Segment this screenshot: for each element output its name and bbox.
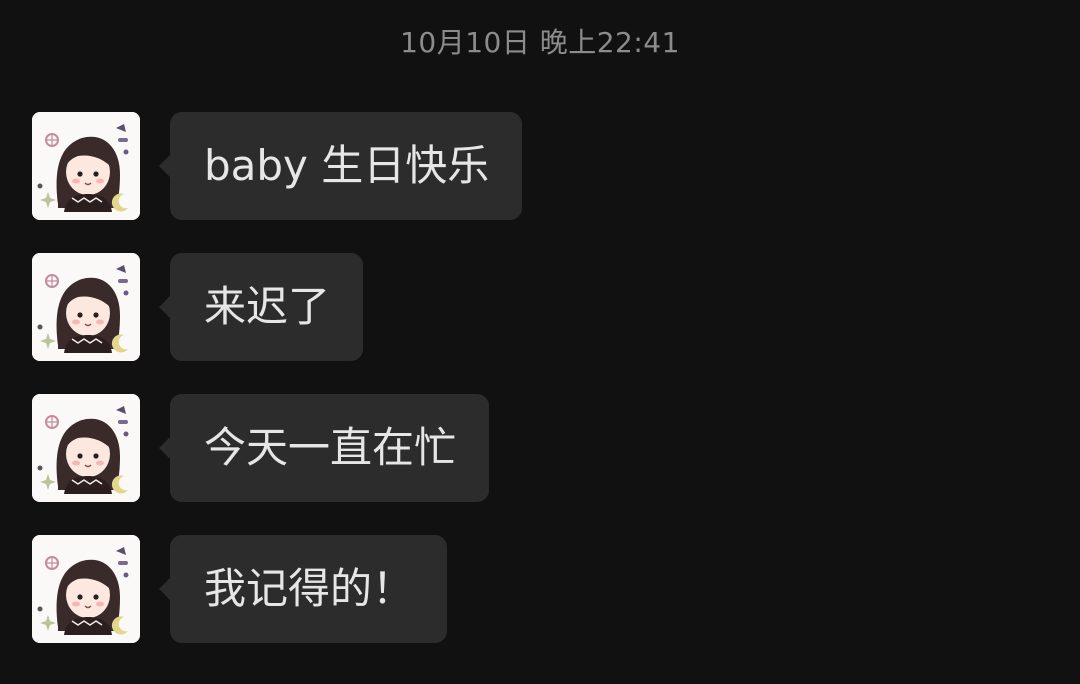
avatar[interactable] — [32, 394, 140, 502]
avatar[interactable] — [32, 112, 140, 220]
cartoon-girl-avatar-icon — [32, 112, 140, 220]
chat-timestamp: 10月10日 晚上22:41 — [400, 26, 680, 59]
message-bubble[interactable]: 我记得的！ — [158, 535, 448, 643]
avatar[interactable] — [32, 535, 140, 643]
message-bubble[interactable]: baby 生日快乐 — [158, 112, 523, 220]
message-row: baby 生日快乐 — [32, 112, 1032, 220]
avatar[interactable] — [32, 253, 140, 361]
message-row: 今天一直在忙 — [32, 394, 1032, 502]
message-row: 我记得的！ — [32, 535, 1032, 643]
cartoon-girl-avatar-icon — [32, 535, 140, 643]
cartoon-girl-avatar-icon — [32, 253, 140, 361]
message-bubble[interactable]: 来迟了 — [158, 253, 364, 361]
cartoon-girl-avatar-icon — [32, 394, 140, 502]
message-bubble[interactable]: 今天一直在忙 — [158, 394, 490, 502]
message-row: 来迟了 — [32, 253, 1032, 361]
